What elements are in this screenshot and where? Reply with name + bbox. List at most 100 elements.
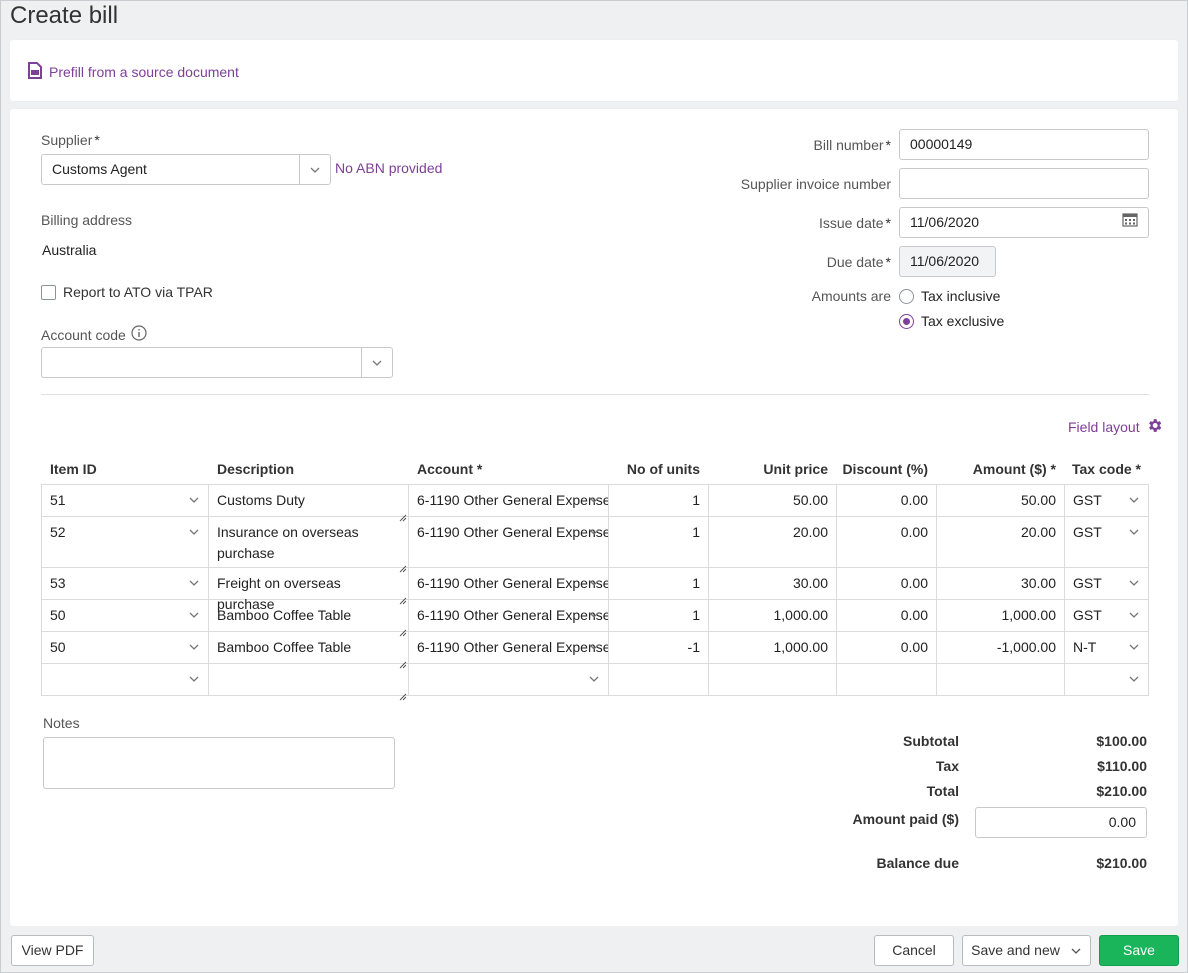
cell-account[interactable]: 6-1190 Other General Expenses	[409, 568, 609, 599]
tpar-checkbox-row[interactable]: Report to ATO via TPAR	[41, 284, 213, 300]
cell-account[interactable]: 6-1190 Other General Expenses	[409, 517, 609, 567]
cell-units[interactable]: 1	[609, 517, 709, 567]
info-icon[interactable]	[131, 325, 147, 344]
cell-unit-price[interactable]: 1,000.00	[709, 600, 837, 631]
no-abn-link[interactable]: No ABN provided	[335, 160, 442, 176]
cell-description[interactable]: Bamboo Coffee Table	[209, 632, 409, 663]
cell-description[interactable]: Insurance on overseas purchase	[209, 517, 409, 567]
cell-description[interactable]	[209, 664, 409, 695]
due-date-button[interactable]: 11/06/2020	[899, 246, 996, 277]
bill-number-input[interactable]: 00000149	[899, 129, 1149, 160]
chevron-down-icon[interactable]	[188, 572, 200, 593]
issue-date-input[interactable]: 11/06/2020	[899, 207, 1149, 238]
cell-unit-price[interactable]	[709, 664, 837, 695]
tax-inclusive-radio[interactable]	[899, 289, 914, 304]
resize-grip-icon[interactable]	[399, 622, 407, 630]
supplier-combobox[interactable]: Customs Agent	[41, 154, 331, 185]
cell-amount[interactable]: 20.00	[937, 517, 1065, 567]
cell-tax-code[interactable]: GST	[1065, 600, 1149, 631]
save-button[interactable]: Save	[1099, 935, 1179, 966]
resize-grip-icon[interactable]	[399, 558, 407, 566]
save-and-new-button[interactable]: Save and new	[962, 935, 1091, 966]
cell-tax-code[interactable]	[1065, 664, 1149, 695]
tax-exclusive-radio-row[interactable]: Tax exclusive	[899, 313, 1004, 329]
cell-description[interactable]: Customs Duty	[209, 485, 409, 516]
cell-discount[interactable]: 0.00	[837, 485, 937, 516]
cell-tax-code[interactable]: GST	[1065, 568, 1149, 599]
cell-amount[interactable]: 50.00	[937, 485, 1065, 516]
cell-discount[interactable]: 0.00	[837, 600, 937, 631]
chevron-down-icon[interactable]	[188, 489, 200, 510]
cell-description[interactable]: Freight on overseas purchase	[209, 568, 409, 599]
cell-item-id[interactable]: 51	[41, 485, 209, 516]
cell-description[interactable]: Bamboo Coffee Table	[209, 600, 409, 631]
cell-units[interactable]: 1	[609, 600, 709, 631]
tax-inclusive-radio-row[interactable]: Tax inclusive	[899, 288, 1000, 304]
cell-tax-code[interactable]: N-T	[1065, 632, 1149, 663]
cell-unit-price[interactable]: 1,000.00	[709, 632, 837, 663]
field-layout-button[interactable]: Field layout	[1068, 417, 1163, 437]
chevron-down-icon[interactable]	[588, 521, 600, 542]
cell-account[interactable]: 6-1190 Other General Expenses	[409, 485, 609, 516]
gear-icon	[1146, 417, 1163, 437]
resize-grip-icon[interactable]	[399, 654, 407, 662]
chevron-down-icon[interactable]	[1128, 604, 1140, 625]
chevron-down-icon[interactable]	[588, 572, 600, 593]
cell-discount[interactable]	[837, 664, 937, 695]
account-code-dropdown-button[interactable]	[361, 348, 392, 377]
cell-item-id[interactable]: 52	[41, 517, 209, 567]
cell-discount[interactable]: 0.00	[837, 517, 937, 567]
supplier-dropdown-button[interactable]	[299, 155, 330, 184]
cell-discount[interactable]: 0.00	[837, 568, 937, 599]
supplier-invoice-input[interactable]	[899, 168, 1149, 199]
chevron-down-icon[interactable]	[1128, 489, 1140, 510]
cell-item-id[interactable]: 50	[41, 600, 209, 631]
chevron-down-icon[interactable]	[588, 489, 600, 510]
cancel-button[interactable]: Cancel	[874, 935, 954, 966]
cell-account[interactable]: 6-1190 Other General Expenses	[409, 632, 609, 663]
calendar-icon[interactable]	[1122, 208, 1138, 237]
amount-paid-input[interactable]: 0.00	[975, 807, 1147, 838]
cell-item-id[interactable]: 50	[41, 632, 209, 663]
tpar-label: Report to ATO via TPAR	[63, 284, 213, 300]
tax-exclusive-radio[interactable]	[899, 314, 914, 329]
chevron-down-icon[interactable]	[1128, 572, 1140, 593]
view-pdf-button[interactable]: View PDF	[11, 935, 94, 966]
cell-unit-price[interactable]: 30.00	[709, 568, 837, 599]
chevron-down-icon[interactable]	[1128, 636, 1140, 657]
resize-grip-icon[interactable]	[399, 590, 407, 598]
cell-units[interactable]	[609, 664, 709, 695]
chevron-down-icon[interactable]	[188, 604, 200, 625]
cell-units[interactable]: 1	[609, 485, 709, 516]
cell-amount[interactable]	[937, 664, 1065, 695]
cell-tax-code[interactable]: GST	[1065, 517, 1149, 567]
chevron-down-icon[interactable]	[588, 604, 600, 625]
chevron-down-icon[interactable]	[1128, 668, 1140, 689]
cell-account[interactable]	[409, 664, 609, 695]
cell-units[interactable]: 1	[609, 568, 709, 599]
chevron-down-icon[interactable]	[188, 636, 200, 657]
page-title: Create bill	[10, 1, 118, 31]
chevron-down-icon[interactable]	[188, 521, 200, 542]
cell-amount[interactable]: 30.00	[937, 568, 1065, 599]
cell-item-id[interactable]: 53	[41, 568, 209, 599]
cell-unit-price[interactable]: 20.00	[709, 517, 837, 567]
chevron-down-icon[interactable]	[588, 636, 600, 657]
notes-textarea[interactable]	[43, 737, 395, 789]
resize-grip-icon[interactable]	[399, 507, 407, 515]
cell-units[interactable]: -1	[609, 632, 709, 663]
cell-account[interactable]: 6-1190 Other General Expenses	[409, 600, 609, 631]
cell-amount[interactable]: -1,000.00	[937, 632, 1065, 663]
chevron-down-icon[interactable]	[588, 668, 600, 689]
cell-unit-price[interactable]: 50.00	[709, 485, 837, 516]
cell-tax-code[interactable]: GST	[1065, 485, 1149, 516]
cell-discount[interactable]: 0.00	[837, 632, 937, 663]
tpar-checkbox[interactable]	[41, 285, 56, 300]
account-code-combobox[interactable]	[41, 347, 393, 378]
cell-amount[interactable]: 1,000.00	[937, 600, 1065, 631]
chevron-down-icon[interactable]	[188, 668, 200, 689]
cell-item-id[interactable]	[41, 664, 209, 695]
prefill-link[interactable]: Prefill from a source document	[28, 62, 239, 82]
chevron-down-icon[interactable]	[1128, 521, 1140, 542]
resize-grip-icon[interactable]	[399, 686, 407, 694]
